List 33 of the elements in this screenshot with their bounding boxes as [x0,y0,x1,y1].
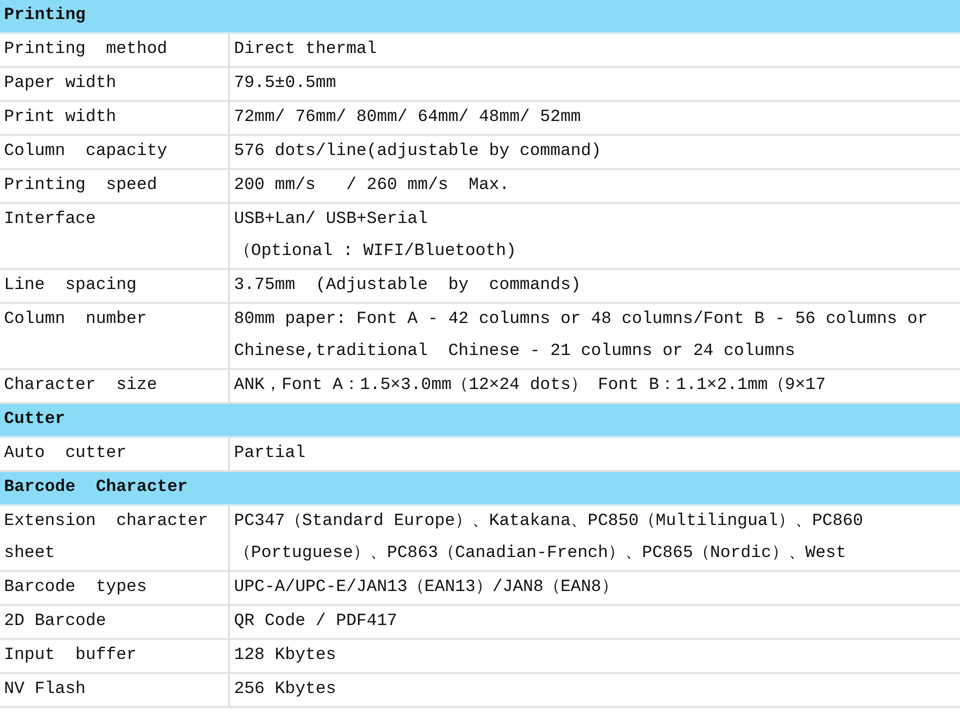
spec-value: 72mm/ 76mm/ 80mm/ 64mm/ 48mm/ 52mm [233,107,582,129]
spec-label: Paper width [0,68,230,100]
spec-label: Column number [0,304,230,368]
spec-value: Direct thermal [233,39,378,61]
spec-label: Auto cutter [0,438,230,470]
spec-value: 80mm paper: Font A - 42 columns or 48 columns/Font B - 56 columns or Chinese,traditional Chinese - 21 columns or 24 columns [233,309,929,363]
spec-label: Column capacity [0,136,230,168]
spec-value: ANK，Font A：1.5×3.0mm（12×24 dots） Font B：1.1×2.1mm（9×17 [233,375,827,397]
spec-label: Barcode types [0,572,230,604]
spec-value: 79.5±0.5mm [233,73,338,95]
spec-label: NV Flash [0,674,230,706]
spec-value: USB+Lan/ USB+Serial （Optional : WIFI/Bluetooth) [233,209,518,263]
spec-label: Line spacing [0,270,230,302]
spec-label: Interface [0,204,230,268]
spec-value: UPC-A/UPC-E/JAN13（EAN13）/JAN8（EAN8） [233,577,620,599]
spec-value: QR Code / PDF417 [233,611,398,633]
spec-label: Printing speed [0,170,230,202]
spec-label: Print width [0,102,230,134]
spec-label: Printing method [0,34,230,66]
spec-label: Character size [0,370,230,402]
section-header: Cutter [0,404,960,438]
spec-label: 2D Barcode [0,606,230,638]
section-header: Printing [0,0,960,34]
spec-value: 256 Kbytes [233,679,338,701]
spec-value: 576 dots/line(adjustable by command) [233,141,602,163]
spec-label: Extension character sheet [0,506,230,570]
spec-value: 128 Kbytes [233,645,338,667]
spec-value: 3.75mm (Adjustable by commands) [233,275,582,297]
spec-value: PC347（Standard Europe）、Katakana、PC850（Multilingual）、PC860 （Portuguese）、PC863（Canadian-French）、PC865（Nordic）、West [233,511,864,565]
section-header: Barcode Character [0,472,960,506]
spec-value: 200 mm/s / 260 mm/s Max. [233,175,510,197]
spec-value: Partial [233,443,306,465]
spec-label: Input buffer [0,640,230,672]
